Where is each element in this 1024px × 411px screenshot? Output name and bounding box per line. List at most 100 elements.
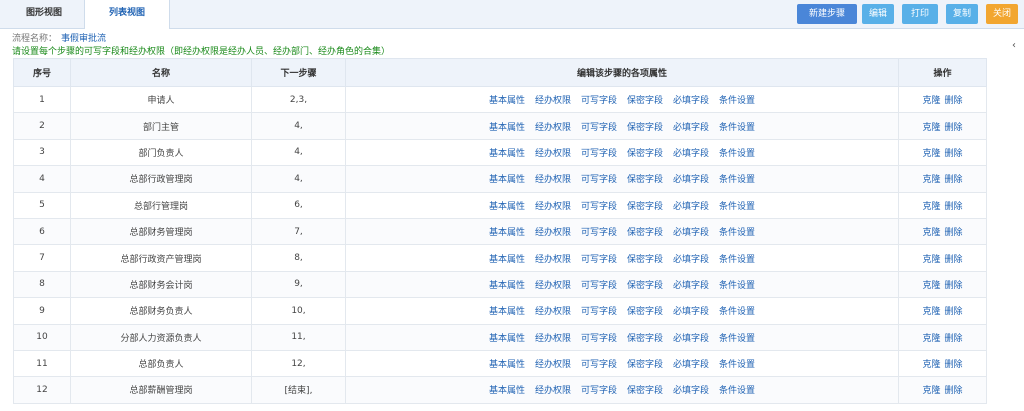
delete-link[interactable]: 删除: [945, 123, 963, 133]
property-link[interactable]: 条件设置: [719, 386, 755, 396]
property-link[interactable]: 必填字段: [673, 96, 709, 106]
property-link[interactable]: 可写字段: [581, 255, 617, 265]
property-link[interactable]: 条件设置: [719, 96, 755, 106]
delete-link[interactable]: 删除: [945, 175, 963, 185]
new-step-button[interactable]: 新建步骤: [797, 4, 857, 24]
property-link[interactable]: 保密字段: [627, 307, 663, 317]
property-link[interactable]: 条件设置: [719, 307, 755, 317]
property-link[interactable]: 条件设置: [719, 202, 755, 212]
print-button[interactable]: 打印: [902, 4, 938, 24]
property-link[interactable]: 必填字段: [673, 281, 709, 291]
property-link[interactable]: 基本属性: [489, 281, 525, 291]
property-link[interactable]: 可写字段: [581, 228, 617, 238]
property-link[interactable]: 必填字段: [673, 307, 709, 317]
property-link[interactable]: 保密字段: [627, 175, 663, 185]
property-link[interactable]: 保密字段: [627, 149, 663, 159]
clone-link[interactable]: 克隆: [922, 334, 940, 344]
collapse-arrow-icon[interactable]: ‹: [1012, 40, 1016, 51]
property-link[interactable]: 必填字段: [673, 360, 709, 370]
delete-link[interactable]: 删除: [945, 149, 963, 159]
property-link[interactable]: 可写字段: [581, 123, 617, 133]
property-link[interactable]: 基本属性: [489, 307, 525, 317]
property-link[interactable]: 可写字段: [581, 96, 617, 106]
property-link[interactable]: 条件设置: [719, 228, 755, 238]
property-link[interactable]: 条件设置: [719, 334, 755, 344]
delete-link[interactable]: 删除: [945, 228, 963, 238]
property-link[interactable]: 经办权限: [535, 123, 571, 133]
delete-link[interactable]: 删除: [945, 307, 963, 317]
property-link[interactable]: 保密字段: [627, 255, 663, 265]
property-link[interactable]: 可写字段: [581, 334, 617, 344]
property-link[interactable]: 基本属性: [489, 96, 525, 106]
property-link[interactable]: 可写字段: [581, 360, 617, 370]
property-link[interactable]: 基本属性: [489, 360, 525, 370]
delete-link[interactable]: 删除: [945, 360, 963, 370]
property-link[interactable]: 条件设置: [719, 281, 755, 291]
property-link[interactable]: 基本属性: [489, 334, 525, 344]
property-link[interactable]: 保密字段: [627, 202, 663, 212]
property-link[interactable]: 必填字段: [673, 175, 709, 185]
clone-link[interactable]: 克隆: [922, 202, 940, 212]
property-link[interactable]: 保密字段: [627, 334, 663, 344]
property-link[interactable]: 保密字段: [627, 281, 663, 291]
property-link[interactable]: 基本属性: [489, 386, 525, 396]
clone-link[interactable]: 克隆: [922, 307, 940, 317]
edit-button[interactable]: 编辑: [862, 4, 894, 24]
property-link[interactable]: 保密字段: [627, 360, 663, 370]
property-link[interactable]: 基本属性: [489, 228, 525, 238]
property-link[interactable]: 保密字段: [627, 386, 663, 396]
property-link[interactable]: 条件设置: [719, 360, 755, 370]
property-link[interactable]: 必填字段: [673, 386, 709, 396]
property-link[interactable]: 必填字段: [673, 123, 709, 133]
delete-link[interactable]: 删除: [945, 255, 963, 265]
tab-graph-view[interactable]: 图形视图: [8, 0, 80, 28]
property-link[interactable]: 保密字段: [627, 123, 663, 133]
property-link[interactable]: 基本属性: [489, 149, 525, 159]
clone-link[interactable]: 克隆: [922, 123, 940, 133]
property-link[interactable]: 经办权限: [535, 307, 571, 317]
property-link[interactable]: 基本属性: [489, 255, 525, 265]
delete-link[interactable]: 删除: [945, 202, 963, 212]
clone-link[interactable]: 克隆: [922, 175, 940, 185]
property-link[interactable]: 必填字段: [673, 255, 709, 265]
property-link[interactable]: 经办权限: [535, 149, 571, 159]
property-link[interactable]: 条件设置: [719, 255, 755, 265]
property-link[interactable]: 可写字段: [581, 149, 617, 159]
property-link[interactable]: 经办权限: [535, 175, 571, 185]
copy-button[interactable]: 复制: [946, 4, 978, 24]
clone-link[interactable]: 克隆: [922, 96, 940, 106]
property-link[interactable]: 经办权限: [535, 334, 571, 344]
property-link[interactable]: 可写字段: [581, 307, 617, 317]
property-link[interactable]: 条件设置: [719, 175, 755, 185]
property-link[interactable]: 条件设置: [719, 149, 755, 159]
property-link[interactable]: 保密字段: [627, 96, 663, 106]
property-link[interactable]: 经办权限: [535, 228, 571, 238]
property-link[interactable]: 可写字段: [581, 175, 617, 185]
property-link[interactable]: 经办权限: [535, 96, 571, 106]
property-link[interactable]: 必填字段: [673, 334, 709, 344]
property-link[interactable]: 经办权限: [535, 386, 571, 396]
close-button[interactable]: 关闭: [986, 4, 1018, 24]
property-link[interactable]: 经办权限: [535, 255, 571, 265]
clone-link[interactable]: 克隆: [922, 360, 940, 370]
property-link[interactable]: 经办权限: [535, 360, 571, 370]
property-link[interactable]: 可写字段: [581, 386, 617, 396]
property-link[interactable]: 可写字段: [581, 202, 617, 212]
delete-link[interactable]: 删除: [945, 386, 963, 396]
property-link[interactable]: 必填字段: [673, 202, 709, 212]
property-link[interactable]: 可写字段: [581, 281, 617, 291]
clone-link[interactable]: 克隆: [922, 228, 940, 238]
delete-link[interactable]: 删除: [945, 96, 963, 106]
delete-link[interactable]: 删除: [945, 281, 963, 291]
property-link[interactable]: 经办权限: [535, 281, 571, 291]
clone-link[interactable]: 克隆: [922, 255, 940, 265]
property-link[interactable]: 基本属性: [489, 175, 525, 185]
tab-list-view[interactable]: 列表视图: [84, 0, 170, 29]
property-link[interactable]: 条件设置: [719, 123, 755, 133]
clone-link[interactable]: 克隆: [922, 149, 940, 159]
property-link[interactable]: 必填字段: [673, 149, 709, 159]
delete-link[interactable]: 删除: [945, 334, 963, 344]
property-link[interactable]: 基本属性: [489, 202, 525, 212]
property-link[interactable]: 保密字段: [627, 228, 663, 238]
property-link[interactable]: 基本属性: [489, 123, 525, 133]
